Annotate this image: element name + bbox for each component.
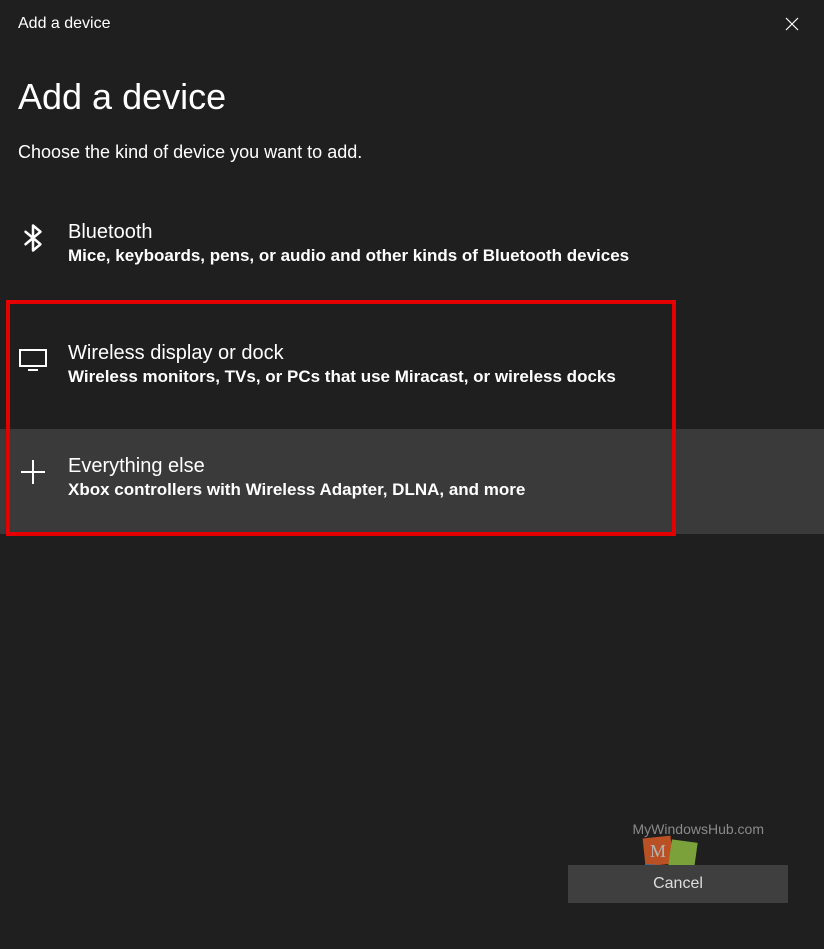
page-heading: Add a device [18, 76, 806, 118]
close-button[interactable] [776, 8, 808, 40]
option-everything-else[interactable]: Everything else Xbox controllers with Wi… [0, 429, 824, 534]
cancel-button-label: Cancel [653, 875, 703, 893]
content-area: Add a device Choose the kind of device y… [0, 48, 824, 534]
spacer [18, 284, 806, 324]
option-title: Bluetooth [68, 221, 806, 244]
plus-icon [18, 457, 48, 487]
option-text: Bluetooth Mice, keyboards, pens, or audi… [68, 221, 806, 266]
cancel-button[interactable]: Cancel [568, 865, 788, 903]
titlebar-title: Add a device [18, 15, 111, 33]
option-title: Everything else [68, 455, 806, 478]
svg-text:M: M [650, 841, 666, 861]
option-text: Everything else Xbox controllers with Wi… [68, 455, 806, 500]
option-desc: Mice, keyboards, pens, or audio and othe… [68, 246, 806, 266]
option-desc: Wireless monitors, TVs, or PCs that use … [68, 367, 806, 387]
option-text: Wireless display or dock Wireless monito… [68, 342, 806, 387]
option-title: Wireless display or dock [68, 342, 806, 365]
option-wireless-display[interactable]: Wireless display or dock Wireless monito… [0, 324, 806, 405]
page-subtitle: Choose the kind of device you want to ad… [18, 142, 806, 163]
display-icon [18, 344, 48, 374]
bluetooth-icon [18, 223, 48, 253]
option-desc: Xbox controllers with Wireless Adapter, … [68, 480, 806, 500]
option-bluetooth[interactable]: Bluetooth Mice, keyboards, pens, or audi… [0, 203, 806, 284]
close-icon [785, 17, 799, 31]
titlebar: Add a device [0, 0, 824, 48]
